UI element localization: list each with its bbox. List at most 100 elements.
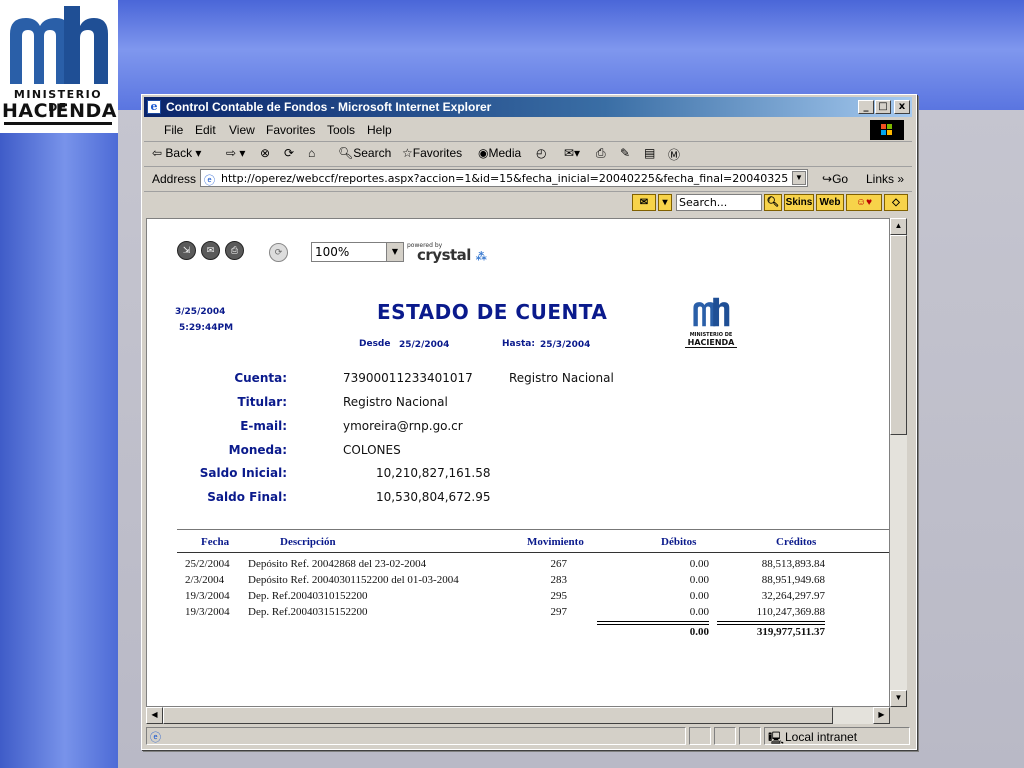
maximize-button[interactable]: □ <box>875 100 891 114</box>
back-arrow-icon: ⇦ <box>152 146 163 160</box>
menu-help[interactable]: Help <box>367 123 392 137</box>
mail-icon[interactable]: ✉▾ <box>564 146 580 160</box>
cell-fecha: 19/3/2004 <box>185 606 230 618</box>
export-icon[interactable]: ⇲ <box>177 241 196 260</box>
standard-toolbar: ⇦ Back ▾ ⇨ ▾ ⊗ ⟳ ⌂ 🔍︎Search ☆Favorites ◉… <box>144 142 912 167</box>
titular-label: Titular: <box>237 395 287 409</box>
moneda-value: COLONES <box>343 443 401 457</box>
crystal-text: crystal <box>417 246 471 264</box>
print-icon[interactable]: ⎙ <box>596 146 606 161</box>
hacienda-logo-mark <box>10 6 108 84</box>
title-bar[interactable]: e Control Contable de Fondos - Microsoft… <box>144 97 912 117</box>
media-button[interactable]: ◉Media <box>478 146 521 160</box>
header-movimiento: Movimiento <box>527 536 584 548</box>
hasta-label: Hasta: <box>502 339 535 349</box>
home-icon[interactable]: ⌂ <box>308 146 315 160</box>
saldo-final-value: 10,530,804,672.95 <box>376 490 491 504</box>
menu-view[interactable]: View <box>229 123 255 137</box>
address-input[interactable]: ⓔ http://operez/webccf/reportes.aspx?acc… <box>200 169 808 187</box>
cell-movimiento: 295 <box>550 590 568 602</box>
cell-debitos: 0.00 <box>689 574 709 586</box>
go-button[interactable]: ↪Go <box>822 172 848 186</box>
cell-descripcion: Depósito Ref. 20040301152200 del 01-03-2… <box>248 574 459 586</box>
desde-label: Desde <box>359 339 391 349</box>
report-title: ESTADO DE CUENTA <box>377 300 608 324</box>
cell-descripcion: Dep. Ref.20040315152200 <box>248 606 368 618</box>
mail-toolbar-icon[interactable]: ✉ <box>632 194 656 211</box>
web-button[interactable]: Web <box>816 194 844 211</box>
vertical-scrollbar[interactable]: ▲ ▼ <box>890 218 907 707</box>
edit-icon[interactable]: ✎ <box>620 146 630 160</box>
zone-label: Local intranet <box>785 730 858 744</box>
crystal-dots-icon: ⁂ <box>475 250 487 263</box>
refresh-report-icon[interactable]: ⟳ <box>269 243 288 262</box>
search-button[interactable]: 🔍︎Search <box>338 146 391 160</box>
stop-icon[interactable]: ⊗ <box>260 146 270 160</box>
cell-descripcion: Depósito Ref. 20042868 del 23-02-2004 <box>248 558 427 570</box>
menu-favorites[interactable]: Favorites <box>266 123 315 137</box>
messenger-icon[interactable]: Ⓜ <box>668 146 680 163</box>
cell-movimiento: 297 <box>550 606 568 618</box>
address-label: Address <box>152 172 197 186</box>
close-button[interactable]: x <box>894 100 910 114</box>
header-fecha: Fecha <box>201 536 230 548</box>
scroll-down-icon[interactable]: ▼ <box>890 690 907 707</box>
zoom-select[interactable]: 100% ▼ <box>311 242 404 262</box>
scroll-right-icon[interactable]: ▶ <box>873 707 890 724</box>
zoom-dropdown-icon[interactable]: ▼ <box>386 243 403 261</box>
menu-edit[interactable]: Edit <box>195 123 216 137</box>
cuenta-label: Cuenta: <box>234 371 287 385</box>
email-value: ymoreira@rnp.go.cr <box>343 419 463 433</box>
refresh-icon[interactable]: ⟳ <box>284 146 294 160</box>
horizontal-scroll-thumb[interactable] <box>163 707 833 724</box>
back-label: Back <box>165 146 193 160</box>
desde-value: 25/2/2004 <box>399 340 450 350</box>
favorites-button[interactable]: ☆Favorites <box>402 146 462 160</box>
cuenta-extra: Registro Nacional <box>509 371 614 385</box>
minimize-button[interactable]: _ <box>858 100 874 114</box>
links-button[interactable]: Links » <box>866 172 904 186</box>
header-descripcion: Descripción <box>280 536 336 548</box>
forward-button[interactable]: ⇨ ▾ <box>226 146 245 160</box>
cell-debitos: 0.00 <box>689 590 709 602</box>
search-label: Search <box>353 146 392 160</box>
scroll-up-icon[interactable]: ▲ <box>890 218 907 235</box>
cell-creditos: 110,247,369.88 <box>756 606 825 618</box>
discuss-icon[interactable]: ▤ <box>644 146 655 160</box>
cell-creditos: 88,951,949.68 <box>761 574 825 586</box>
saldo-final-label: Saldo Final: <box>207 490 287 504</box>
cell-creditos: 32,264,297.97 <box>761 590 825 602</box>
report-time: 5:29:44PM <box>179 323 234 333</box>
moneda-label: Moneda: <box>228 443 287 457</box>
slide-left-band <box>0 133 118 768</box>
mail-report-icon[interactable]: ✉ <box>201 241 220 260</box>
address-bar: Address ⓔ http://operez/webccf/reportes.… <box>144 167 912 192</box>
back-button[interactable]: ⇦ Back ▾ <box>152 146 201 160</box>
media-label: Media <box>488 146 522 160</box>
eraser-icon[interactable]: ◇ <box>884 194 908 211</box>
skins-button[interactable]: Skins <box>784 194 814 211</box>
cell-fecha: 19/3/2004 <box>185 590 230 602</box>
history-icon[interactable]: ◴ <box>536 146 546 160</box>
horizontal-scrollbar[interactable]: ◀ ▶ <box>146 707 890 724</box>
mail-dropdown-icon[interactable]: ▾ <box>658 194 672 211</box>
browser-window: e Control Contable de Fondos - Microsoft… <box>141 94 917 750</box>
logo-underline <box>4 122 112 125</box>
debitos-total-rule <box>597 621 709 622</box>
cell-descripcion: Dep. Ref.20040310152200 <box>248 590 368 602</box>
header-debitos: Débitos <box>661 536 697 548</box>
address-dropdown-icon[interactable]: ▼ <box>792 171 806 185</box>
vertical-scroll-thumb[interactable] <box>890 235 907 435</box>
menu-file[interactable]: File <box>164 123 183 137</box>
report-date: 3/25/2004 <box>175 307 226 317</box>
creditos-total-rule-2 <box>717 624 825 625</box>
header-creditos: Créditos <box>776 536 817 548</box>
search-icon: 🔍︎ <box>338 146 354 160</box>
toolbar-search-input[interactable]: Search... <box>676 194 762 211</box>
scroll-left-icon[interactable]: ◀ <box>146 707 163 724</box>
print-report-icon[interactable]: ⎙ <box>225 241 244 260</box>
smiley-icon[interactable]: ☺♥ <box>846 194 882 211</box>
menu-tools[interactable]: Tools <box>327 123 355 137</box>
search-go-icon[interactable]: 🔍︎ <box>764 194 782 211</box>
hasta-value: 25/3/2004 <box>540 340 591 350</box>
